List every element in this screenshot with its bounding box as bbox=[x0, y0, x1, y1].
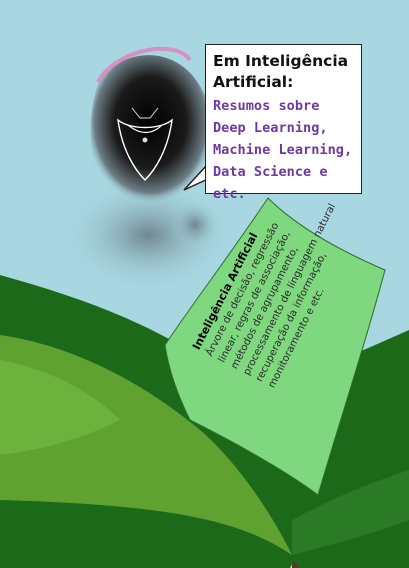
bubble-line-1: Resumos sobre bbox=[213, 98, 320, 114]
bubble-title: Em Inteligência Artificial: bbox=[213, 52, 349, 91]
